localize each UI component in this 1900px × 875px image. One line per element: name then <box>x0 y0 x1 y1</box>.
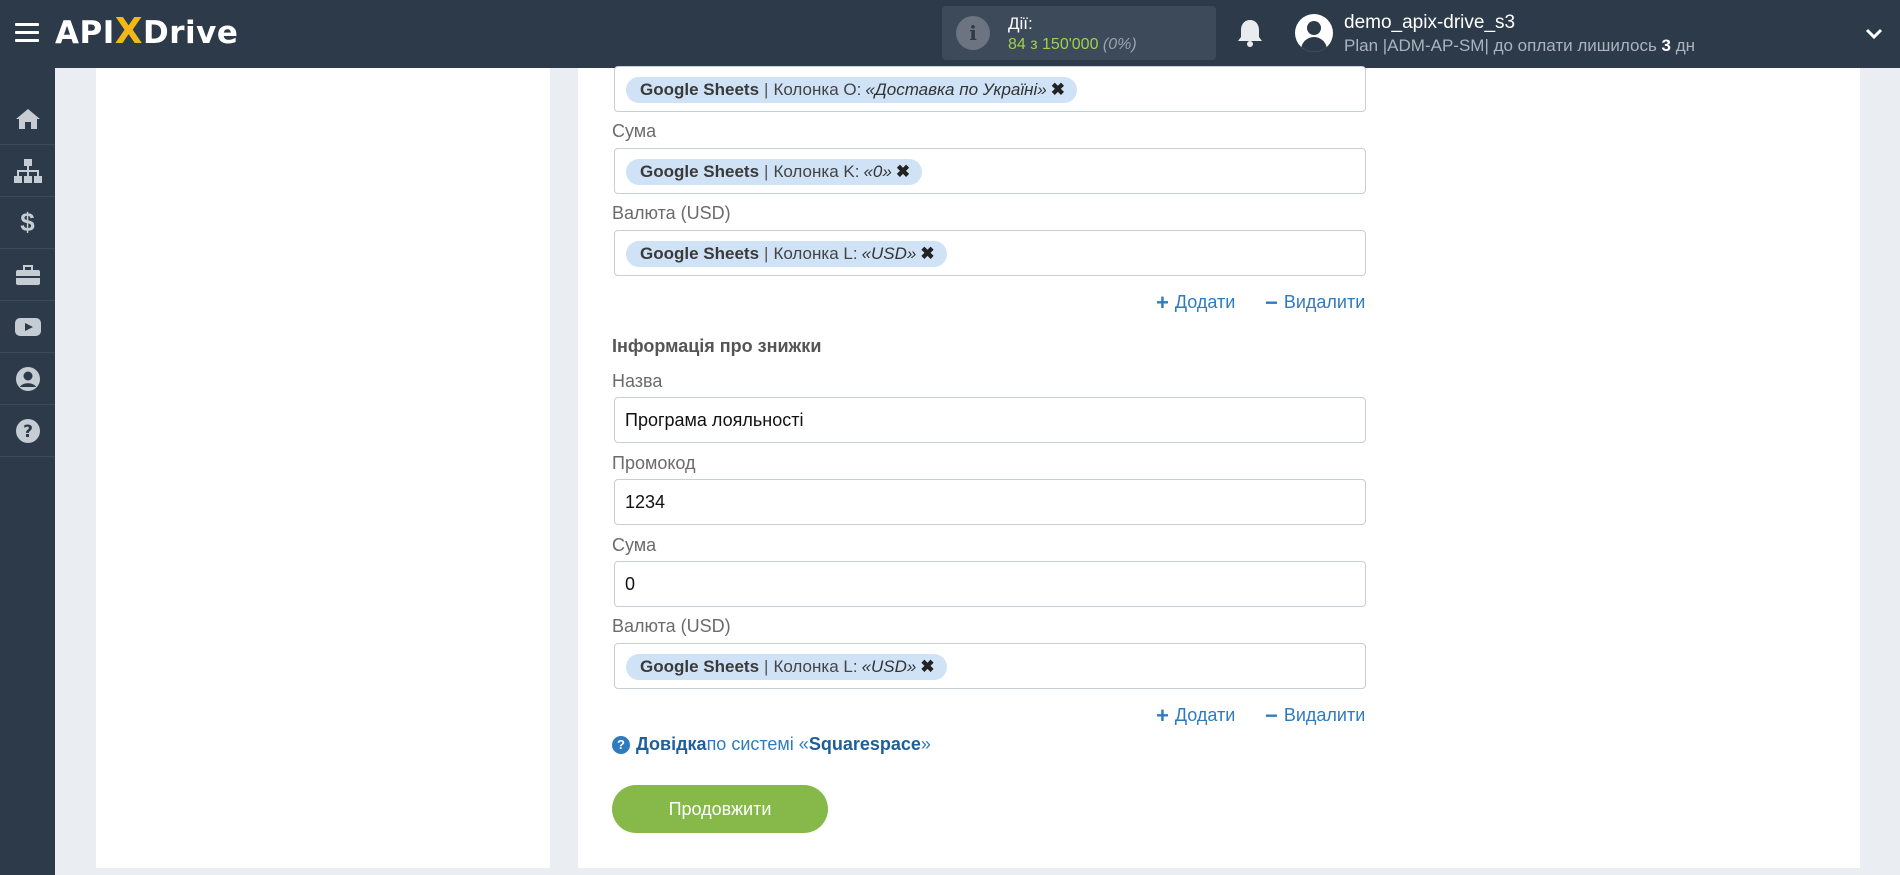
user-name[interactable]: demo_apix-drive_s3 <box>1344 12 1515 34</box>
minus-icon: − <box>1265 702 1278 728</box>
svg-text:?: ? <box>23 422 33 442</box>
logo[interactable]: APIXDrive <box>55 10 238 54</box>
continue-button[interactable]: Продовжити <box>612 785 828 833</box>
discount-section-title: Інформація про знижки <box>612 336 822 356</box>
close-icon[interactable]: ✖ <box>920 654 934 680</box>
bell-icon[interactable] <box>1236 18 1264 48</box>
promo-label: Промокод <box>612 453 696 473</box>
add-button[interactable]: + Додати <box>1156 702 1235 728</box>
top-bar: APIXDrive i Дії: 84 з 150'000 (0%) demo_… <box>0 0 1900 68</box>
plus-icon: + <box>1156 702 1169 728</box>
field-tag: Google Sheets | Колонка L: «USD» ✖ <box>626 241 947 267</box>
sidebar-item-billing[interactable]: $ <box>0 197 55 249</box>
menu-icon[interactable] <box>15 23 39 43</box>
field-tag: Google Sheets | Колонка O: «Доставка по Укр… <box>626 77 1077 103</box>
sidebar-item-profile[interactable] <box>0 353 55 405</box>
briefcase-icon <box>15 264 40 285</box>
name-input[interactable]: Програма лояльності <box>614 397 1366 443</box>
home-icon <box>15 108 40 129</box>
minus-icon: − <box>1265 289 1278 315</box>
close-icon[interactable]: ✖ <box>920 241 934 267</box>
actions-label: Дії: <box>1008 14 1033 33</box>
promo-input[interactable]: 1234 <box>614 479 1366 525</box>
chevron-down-icon[interactable] <box>1864 24 1884 44</box>
close-icon[interactable]: ✖ <box>896 159 910 185</box>
youtube-icon <box>14 317 41 336</box>
name-label: Назва <box>612 371 663 391</box>
help-icon: ? <box>15 418 40 443</box>
user-plan: Plan |ADM-AP-SM| до оплати лишилось 3 дн <box>1344 36 1696 55</box>
currency-label: Валюта (USD) <box>612 203 731 223</box>
field-tag: Google Sheets | Колонка K: «0» ✖ <box>626 159 923 185</box>
help-link[interactable]: ? Довідка по системі «Squarespace» <box>612 734 931 755</box>
user-icon <box>15 366 40 391</box>
dollar-icon: $ <box>20 207 35 237</box>
currency-field[interactable]: Google Sheets | Колонка L: «USD» ✖ <box>614 230 1366 276</box>
actions-counter[interactable]: i Дії: 84 з 150'000 (0%) <box>942 6 1216 60</box>
plus-icon: + <box>1156 289 1169 315</box>
delivery-field[interactable]: Google Sheets | Колонка O: «Доставка по Укр… <box>614 66 1366 112</box>
remove-button[interactable]: − Видалити <box>1265 702 1365 728</box>
question-icon: ? <box>612 735 630 754</box>
info-icon: i <box>956 16 990 50</box>
sidebar-item-video[interactable] <box>0 301 55 353</box>
remove-button[interactable]: − Видалити <box>1265 289 1365 315</box>
avatar[interactable] <box>1295 14 1333 52</box>
sidebar-item-connections[interactable] <box>0 145 55 197</box>
sidebar: $ ? <box>0 68 55 875</box>
sidebar-item-help[interactable]: ? <box>0 405 55 457</box>
add-button[interactable]: + Додати <box>1156 289 1235 315</box>
actions-count: 84 з 150'000 (0%) <box>1008 36 1137 53</box>
sum-label: Сума <box>612 535 657 555</box>
left-panel <box>96 68 550 868</box>
field-tag: Google Sheets | Колонка L: «USD» ✖ <box>626 654 947 680</box>
sidebar-item-services[interactable] <box>0 249 55 301</box>
sidebar-item-home[interactable] <box>0 93 55 145</box>
close-icon[interactable]: ✖ <box>1051 77 1065 103</box>
sum-input[interactable]: 0 <box>614 561 1366 607</box>
currency-label: Валюта (USD) <box>612 616 731 636</box>
sum-field[interactable]: Google Sheets | Колонка K: «0» ✖ <box>614 148 1366 194</box>
sum-label: Сума <box>612 121 657 141</box>
currency-field[interactable]: Google Sheets | Колонка L: «USD» ✖ <box>614 643 1366 689</box>
sitemap-icon <box>13 158 42 183</box>
